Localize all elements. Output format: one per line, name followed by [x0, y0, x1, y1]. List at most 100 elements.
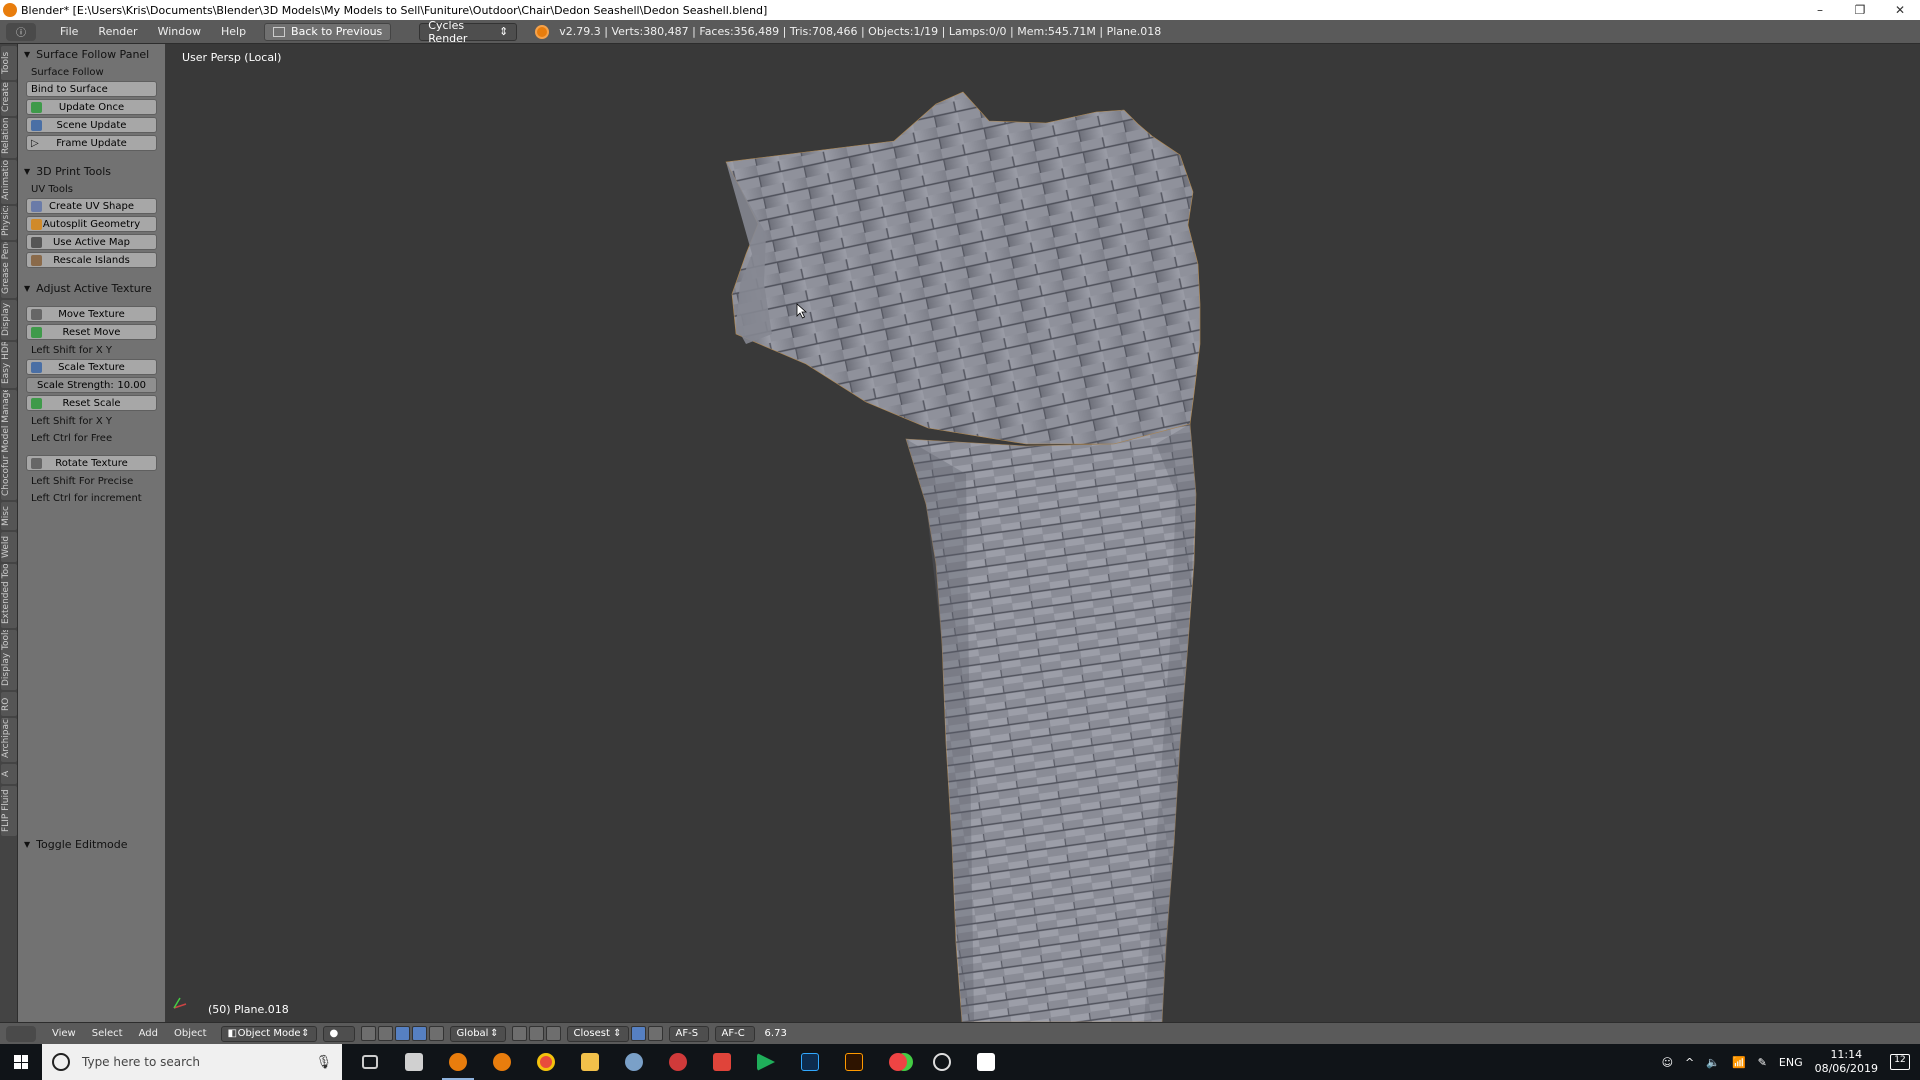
3d-viewport[interactable]: User Persp (Local) (50) Plane.018 — [166, 44, 1920, 1022]
back-to-previous-button[interactable]: Back to Previous — [264, 22, 392, 41]
pen-icon[interactable]: ✎ — [1758, 1056, 1767, 1069]
tab-extended-tools[interactable]: Extended Tools — [1, 564, 17, 628]
tab-animation[interactable]: Animation — [1, 160, 17, 204]
tab-misc[interactable]: Misc — [1, 502, 17, 530]
show-hidden-icons-chevron-icon[interactable]: ^ — [1685, 1056, 1694, 1069]
reset-move-button[interactable]: Reset Move — [26, 324, 157, 340]
create-uv-shape-button[interactable]: Create UV Shape — [26, 198, 157, 214]
proportional-edit-icon[interactable] — [528, 1026, 544, 1041]
shading-sphere-icon: ● — [329, 1028, 339, 1039]
tab-flip-fluid[interactable]: FLIP Fluid — [1, 786, 17, 836]
use-active-map-button[interactable]: Use Active Map — [26, 234, 157, 250]
tab-chocofur[interactable]: Chocofur Model Manager — [1, 390, 17, 500]
menu-view[interactable]: View — [44, 1028, 84, 1039]
blender-logo-icon — [535, 24, 550, 39]
menu-help[interactable]: Help — [211, 25, 256, 38]
manipulator-toggle-icon[interactable] — [377, 1026, 393, 1041]
app-red-s2-icon[interactable] — [700, 1044, 744, 1080]
tab-weld[interactable]: Weld — [1, 532, 17, 562]
microphone-icon[interactable]: 🎙 — [315, 1055, 332, 1070]
maximize-button[interactable]: ❐ — [1840, 0, 1880, 20]
layer-icon[interactable] — [511, 1026, 527, 1041]
pivot-point-icon[interactable] — [360, 1026, 376, 1041]
panel-surface-follow-header[interactable]: ▼ Surface Follow Panel — [18, 44, 165, 64]
menu-add[interactable]: Add — [131, 1028, 166, 1039]
main-menu: File Render Window Help — [50, 25, 256, 38]
tab-archipack[interactable]: Archipack — [1, 718, 17, 762]
file-explorer-icon[interactable] — [568, 1044, 612, 1080]
collapse-triangle-icon: ▼ — [24, 839, 31, 849]
autosplit-geometry-button[interactable]: Autosplit Geometry — [26, 216, 157, 232]
render-image-icon[interactable] — [647, 1026, 663, 1041]
calculator-icon[interactable] — [392, 1044, 436, 1080]
menu-select[interactable]: Select — [84, 1028, 131, 1039]
rotate-manipulator-icon[interactable] — [411, 1026, 427, 1041]
scene-update-button[interactable]: Scene Update — [26, 117, 157, 133]
blender-taskbar-icon[interactable] — [436, 1044, 480, 1080]
rescale-islands-button[interactable]: Rescale Islands — [26, 252, 157, 268]
scale-strength-field[interactable]: Scale Strength: 10.00 — [26, 377, 157, 393]
panel-toggle-editmode-header[interactable]: ▼ Toggle Editmode — [18, 834, 184, 854]
move-texture-button[interactable]: Move Texture — [26, 306, 157, 322]
menu-file[interactable]: File — [50, 25, 88, 38]
update-once-button[interactable]: Update Once — [26, 99, 157, 115]
blender-alt-icon[interactable] — [480, 1044, 524, 1080]
rotate-texture-button[interactable]: Rotate Texture — [26, 455, 157, 471]
chrome-icon[interactable] — [524, 1044, 568, 1080]
aperture-icon[interactable] — [920, 1044, 964, 1080]
network-icon[interactable]: 📶 — [1732, 1056, 1746, 1069]
play-store-icon[interactable] — [744, 1044, 788, 1080]
tab-create[interactable]: Create — [1, 82, 17, 116]
af-s-button[interactable]: AF-S — [668, 1025, 709, 1042]
photoshop-icon[interactable] — [788, 1044, 832, 1080]
snap-icon[interactable] — [545, 1026, 561, 1041]
snap-target-dropdown[interactable]: Closest ⇕ — [566, 1025, 629, 1042]
close-button[interactable]: ✕ — [1880, 0, 1920, 20]
menu-window[interactable]: Window — [148, 25, 211, 38]
illustrator-icon[interactable] — [832, 1044, 876, 1080]
volume-icon[interactable]: 🔈 — [1706, 1056, 1720, 1069]
menu-object[interactable]: Object — [166, 1028, 215, 1039]
tab-display-tools[interactable]: Display Tools — [1, 630, 17, 690]
language-indicator[interactable]: ENG — [1779, 1056, 1803, 1069]
editor-type-button[interactable] — [6, 1025, 36, 1042]
taskbar-search-box[interactable]: Type here to search 🎙 — [42, 1044, 342, 1080]
app-globe-icon[interactable] — [612, 1044, 656, 1080]
people-icon[interactable]: ☺ — [1662, 1056, 1673, 1069]
scale-manipulator-icon[interactable] — [428, 1026, 444, 1041]
notifications-icon[interactable]: 12 — [1890, 1054, 1910, 1070]
bind-to-surface-button[interactable]: Bind to Surface — [26, 81, 157, 97]
menu-render[interactable]: Render — [88, 25, 147, 38]
map-icon — [31, 237, 42, 248]
mode-dropdown[interactable]: ◧ Object Mode ⇕ — [220, 1025, 317, 1042]
tab-relations[interactable]: Relations — [1, 118, 17, 158]
translate-manipulator-icon[interactable] — [394, 1026, 410, 1041]
render-engine-dropdown[interactable]: Cycles Render ⇕ — [419, 19, 518, 45]
viewport-shading-dropdown[interactable]: ● — [322, 1025, 355, 1042]
panel-adjust-active-texture-header[interactable]: ▼ Adjust Active Texture — [18, 278, 165, 298]
panel-3d-print-tools-header[interactable]: ▼ 3D Print Tools — [18, 161, 165, 181]
color-app-icon[interactable] — [876, 1044, 920, 1080]
reset-scale-button[interactable]: Reset Scale — [26, 395, 157, 411]
tab-easy-hdri[interactable]: Easy HDRI — [1, 342, 17, 388]
minimize-button[interactable]: – — [1800, 0, 1840, 20]
tab-tools[interactable]: Tools — [1, 46, 17, 80]
app-red-s-icon[interactable] — [656, 1044, 700, 1080]
tab-physics[interactable]: Physics — [1, 206, 17, 240]
tab-display[interactable]: Display — [1, 300, 17, 340]
photos-icon[interactable] — [964, 1044, 1008, 1080]
task-view-icon[interactable] — [348, 1044, 392, 1080]
start-button[interactable] — [0, 1044, 42, 1080]
scale-texture-button[interactable]: Scale Texture — [26, 359, 157, 375]
tab-a[interactable]: A — [1, 764, 17, 784]
frame-update-button[interactable]: ▷ Frame Update — [26, 135, 157, 151]
editor-type-button[interactable]: ⓘ — [6, 22, 36, 41]
clock[interactable]: 11:14 08/06/2019 — [1815, 1048, 1878, 1076]
af-c-button[interactable]: AF-C — [714, 1025, 755, 1042]
hint-ctrl-free: Left Ctrl for Free — [31, 433, 113, 444]
tab-ro[interactable]: RO — [1, 692, 17, 716]
transform-orientation-dropdown[interactable]: Global ⇕ — [449, 1025, 506, 1042]
refresh-icon — [31, 102, 42, 113]
tab-grease-pencil[interactable]: Grease Pencil — [1, 242, 17, 298]
render-preview-icon[interactable] — [630, 1026, 646, 1041]
